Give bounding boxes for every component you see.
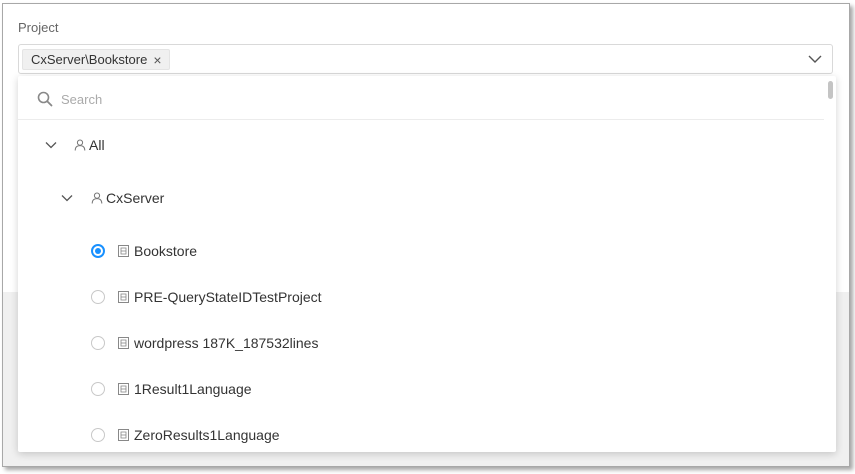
project-label: wordpress 187K_187532lines: [134, 335, 319, 351]
tag-label: CxServer\Bookstore: [31, 52, 148, 67]
user-icon: [74, 139, 86, 151]
project-select[interactable]: CxServer\Bookstore ×: [18, 44, 833, 74]
project-dropdown: All CxServer Bookstore: [18, 76, 836, 452]
project-label: PRE-QueryStateIDTestProject: [134, 289, 322, 305]
chevron-down-icon[interactable]: [808, 52, 822, 66]
project-option-1result1language[interactable]: 1Result1Language: [91, 378, 252, 400]
search-input[interactable]: [59, 87, 563, 111]
search-icon: [37, 91, 53, 107]
field-label: Project: [18, 20, 59, 35]
radio-button[interactable]: [91, 336, 105, 350]
tag-remove-icon[interactable]: ×: [153, 53, 161, 67]
project-label: 1Result1Language: [134, 381, 252, 397]
project-option-wordpress[interactable]: wordpress 187K_187532lines: [91, 332, 318, 354]
project-label: Bookstore: [134, 243, 198, 259]
user-icon: [91, 192, 103, 204]
tree-node-all: All: [45, 134, 105, 156]
tree-node-label[interactable]: CxServer: [106, 190, 164, 206]
radio-button-checked[interactable]: [91, 244, 105, 258]
tree-node-label[interactable]: All: [89, 137, 105, 153]
project-icon: [118, 383, 129, 395]
chevron-down-icon[interactable]: [61, 192, 73, 204]
radio-button[interactable]: [91, 382, 105, 396]
selected-project-tag: CxServer\Bookstore ×: [22, 49, 170, 70]
project-option-pre-querystateidtestproject[interactable]: PRE-QueryStateIDTestProject: [91, 286, 322, 308]
radio-button[interactable]: [91, 290, 105, 304]
project-icon: [118, 429, 129, 441]
project-option-bookstore[interactable]: Bookstore: [91, 240, 197, 262]
project-icon: [118, 337, 129, 349]
project-select-window: Project CxServer\Bookstore × Search All …: [2, 3, 850, 467]
chevron-down-icon[interactable]: [45, 139, 57, 151]
project-option-zeroresults1language[interactable]: ZeroResults1Language: [91, 424, 280, 446]
search-row: [18, 76, 824, 120]
project-label: ZeroResults1Language: [134, 427, 280, 443]
radio-button[interactable]: [91, 428, 105, 442]
tree-node-cxserver: CxServer: [61, 187, 164, 209]
project-icon: [118, 291, 129, 303]
scrollbar-thumb[interactable]: [828, 81, 833, 99]
project-icon: [118, 245, 129, 257]
